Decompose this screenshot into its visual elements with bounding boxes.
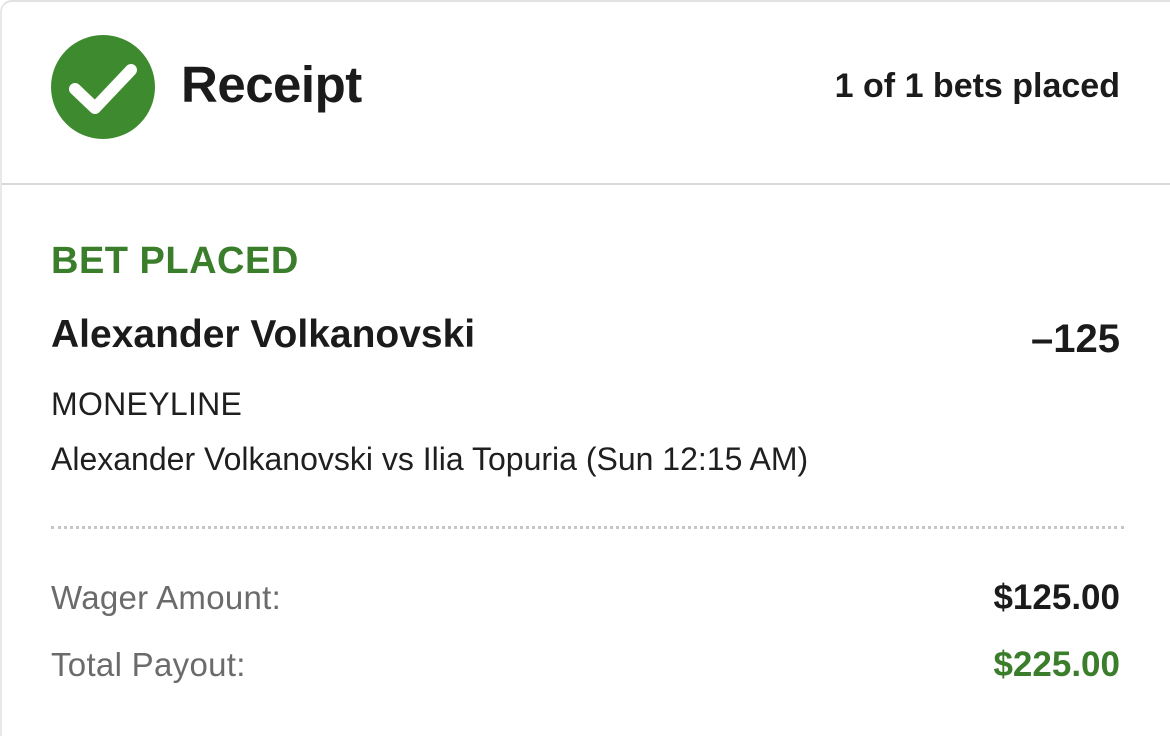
bet-odds: –125 [1031,317,1120,361]
wager-amount-value: $125.00 [993,578,1120,617]
bet-status: BET PLACED [51,240,299,282]
bets-placed-count: 1 of 1 bets placed [834,67,1120,105]
bet-selection: Alexander Volkanovski [51,313,476,356]
total-payout-value: $225.00 [993,645,1120,684]
check-circle-icon [51,35,155,139]
page-title: Receipt [181,56,362,113]
receipt-header: Receipt 1 of 1 bets placed [2,2,1170,185]
section-divider [51,526,1124,529]
receipt-sheet: Receipt 1 of 1 bets placed BET PLACED Al… [0,0,1170,736]
bet-event: Alexander Volkanovski vs Ilia Topuria (S… [51,441,809,477]
bet-market: MONEYLINE [51,386,243,422]
total-payout-label: Total Payout: [51,646,246,683]
wager-amount-label: Wager Amount: [51,579,282,616]
